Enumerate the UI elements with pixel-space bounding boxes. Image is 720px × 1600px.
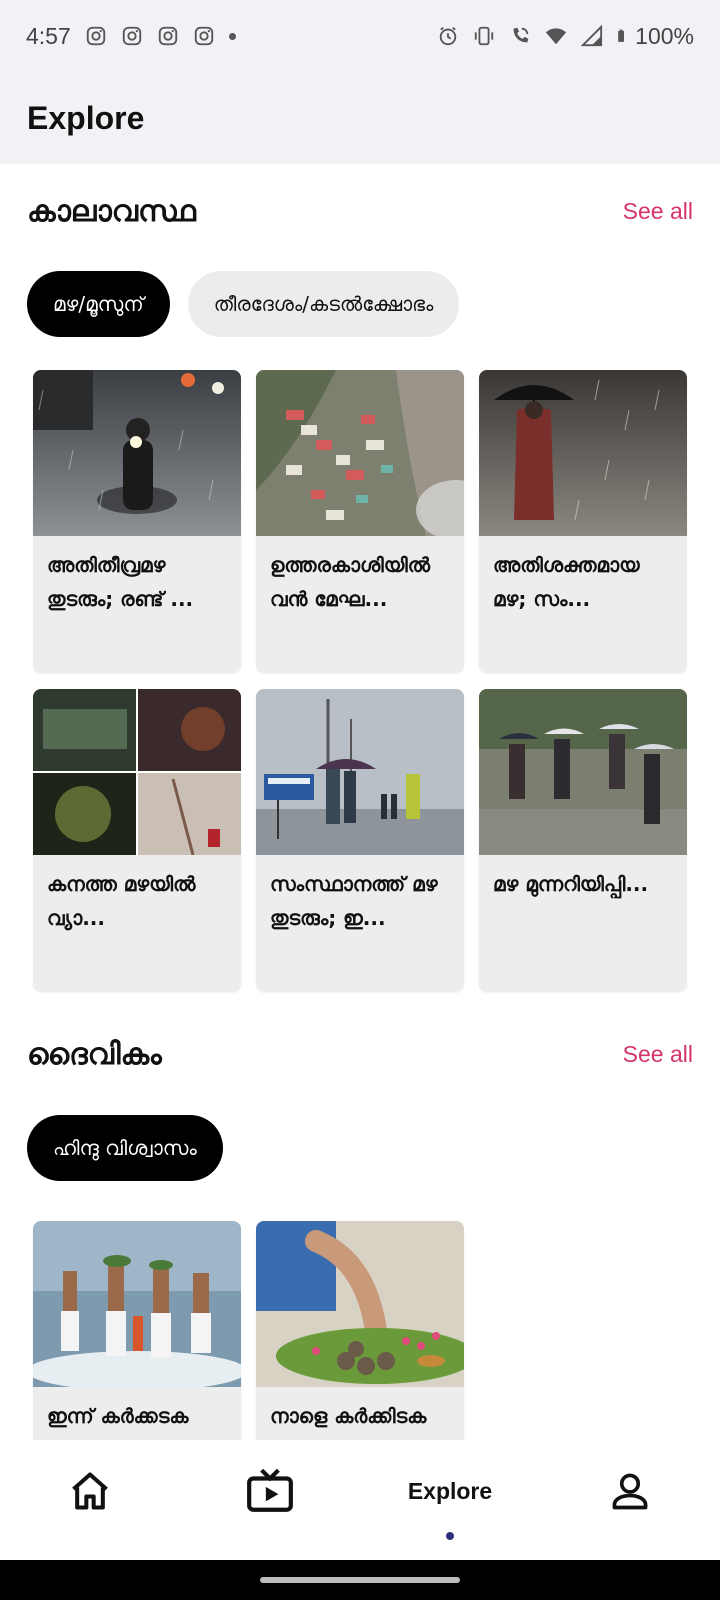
profile-icon [612,1473,648,1510]
chip-rain-monsoon[interactable]: മഴ/മൂസുന് [27,271,170,337]
home-icon [72,1472,108,1510]
active-indicator-dot [446,1532,454,1540]
vibrate-icon [475,26,494,46]
news-thumbnail-umbrella-walker [479,370,687,536]
news-thumbnail-flood-collage [33,689,241,855]
news-thumbnail-seashore [256,689,464,855]
status-time: 4:57 [26,22,71,49]
news-card[interactable]: ഇന്ന് കർക്കടക വാവ് ബലി... [33,1221,241,1440]
news-card[interactable]: കനത്ത മഴയിൽ വ്യാ... [33,689,241,992]
nav-profile[interactable] [540,1440,720,1560]
instagram-icon [194,26,213,46]
nav-home[interactable] [0,1440,180,1560]
more-notifications-dot [228,32,236,40]
news-card[interactable]: മഴ മുന്നറിയിപ്പി... [479,689,687,992]
news-card-title: അതിതീവ്രമഴ തുടരും; രണ്ട് ... [47,553,194,611]
section-weather-header: കാലാവസ്ഥ See all [27,194,693,229]
news-card[interactable]: നാളെ കർക്കിടക വാവ് ബലി... [256,1221,464,1440]
news-card-title: നാളെ കർക്കിടക വാവ് ബലി... [270,1404,427,1440]
see-all-link[interactable]: See all [623,198,693,225]
section-title: ദൈവികം [27,1037,162,1072]
nav-tv[interactable] [180,1440,360,1560]
tv-icon [247,1468,293,1512]
battery-icon [618,29,625,42]
wifi-calling-icon [513,27,529,43]
signal-icon [581,25,603,47]
instagram-icon [122,26,141,46]
news-card-title: കനത്ത മഴയിൽ വ്യാ... [47,872,196,930]
news-card[interactable]: അതിതീവ്രമഴ തുടരും; രണ്ട് ... [33,370,241,673]
news-card-title: മഴ മുന്നറിയിപ്പി... [493,872,649,896]
news-card[interactable]: സംസ്ഥാനത്ത് മഴ തുടരും; ഇ... [256,689,464,992]
wifi-icon [546,28,567,45]
section-devotional-header: ദൈവികം See all [27,1037,693,1072]
news-card-title: ഉത്തരകാശിയിൽ വൻ മേഘ... [270,553,430,611]
news-card[interactable]: അതിശക്തമായ മഴ; സം... [479,370,687,673]
alarm-icon [439,26,457,46]
explore-feed[interactable]: കാലാവസ്ഥ See all മഴ/മൂസുന് തീരദേശം/കടൽക്… [0,164,720,1440]
nav-explore-label: Explore [407,1477,493,1504]
devotional-card-grid: ഇന്ന് കർക്കടക വാവ് ബലി... നാളെ കർക്കിടക … [33,1221,687,1440]
battery-percent: 100% [635,22,694,49]
app-bar: Explore [0,72,720,164]
page-title: Explore [27,99,145,136]
weather-filter-chips: മഴ/മൂസുന് തീരദേശം/കടൽക്ഷോഭം [27,271,460,337]
nav-explore[interactable]: Explore [360,1440,540,1560]
instagram-icon [158,26,177,46]
devotional-filter-chips: ഹിന്ദു വിശ്വാസം [27,1115,223,1181]
news-card-title: അതിശക്തമായ മഴ; സം... [493,553,640,611]
news-thumbnail-motorcycle-rain [33,370,241,536]
chip-hindu-belief[interactable]: ഹിന്ദു വിശ്വാസം [27,1115,223,1181]
weather-card-grid: അതിതീവ്രമഴ തുടരും; രണ്ട് ... ഉത്തരകാശിയി… [33,370,687,992]
bottom-navigation: Explore [0,1440,720,1560]
news-card-title: സംസ്ഥാനത്ത് മഴ തുടരും; ഇ... [270,872,438,930]
news-card[interactable]: ഉത്തരകാശിയിൽ വൻ മേഘ... [256,370,464,673]
status-bar: 4:57 100% [0,0,720,72]
news-thumbnail-offering [256,1221,464,1387]
see-all-link[interactable]: See all [623,1041,693,1068]
news-thumbnail-hillside-village [256,370,464,536]
chip-coastal-sea-erosion[interactable]: തീരദേശം/കടൽക്ഷോഭം [187,271,460,337]
news-thumbnail-ritual-bath [33,1221,241,1387]
news-card-title: ഇന്ന് കർക്കടക വാവ് ബലി... [47,1404,189,1440]
news-thumbnail-students-rain [479,689,687,855]
instagram-icon [86,26,105,46]
system-gesture-bar [0,1560,720,1600]
section-title: കാലാവസ്ഥ [27,194,196,229]
home-gesture-handle[interactable] [260,1577,460,1583]
